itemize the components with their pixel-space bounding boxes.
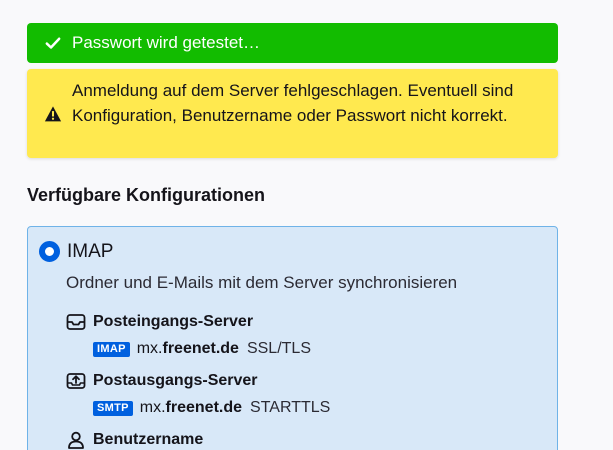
protocol-title: IMAP: [67, 241, 114, 262]
imap-radio-button[interactable]: [39, 241, 60, 262]
outgoing-host-domain: freenet.de: [165, 399, 243, 416]
incoming-host-prefix: mx.: [136, 340, 163, 357]
user-icon: [68, 431, 84, 449]
outgoing-host-prefix: mx.: [139, 399, 166, 416]
warning-icon: [44, 106, 62, 122]
incoming-socket-type: SSL/TLS: [246, 340, 311, 357]
incoming-server-details: IMAP mx. freenet.de SSL/TLS: [93, 338, 311, 360]
incoming-server-title: Posteingangs-Server: [93, 313, 254, 330]
incoming-host-domain: freenet.de: [162, 340, 239, 357]
warning-notification: Anmeldung auf dem Server fehlgeschlagen.…: [27, 69, 558, 158]
imap-config-option[interactable]: IMAP Ordner und E-Mails mit dem Server s…: [27, 226, 558, 450]
outgoing-socket-type: STARTTLS: [250, 399, 331, 416]
check-icon: [45, 37, 61, 49]
smtp-badge: SMTP: [93, 400, 133, 416]
outbox-icon: [66, 373, 86, 389]
success-notification-text: Passwort wird getestet…: [72, 33, 261, 52]
warning-notification-text: Anmeldung auf dem Server fehlgeschlagen.…: [72, 81, 514, 125]
outgoing-server-details: SMTP mx. freenet.de STARTTLS: [93, 397, 330, 419]
section-title: Verfügbare Konfigurationen: [27, 185, 266, 205]
protocol-description: Ordner und E-Mails mit dem Server synchr…: [66, 273, 458, 292]
inbox-icon: [66, 314, 86, 330]
outgoing-server-title: Postausgangs-Server: [93, 372, 258, 389]
imap-badge: IMAP: [93, 341, 130, 357]
username-title: Benutzername: [93, 431, 204, 448]
success-notification: Passwort wird getestet…: [27, 23, 558, 63]
